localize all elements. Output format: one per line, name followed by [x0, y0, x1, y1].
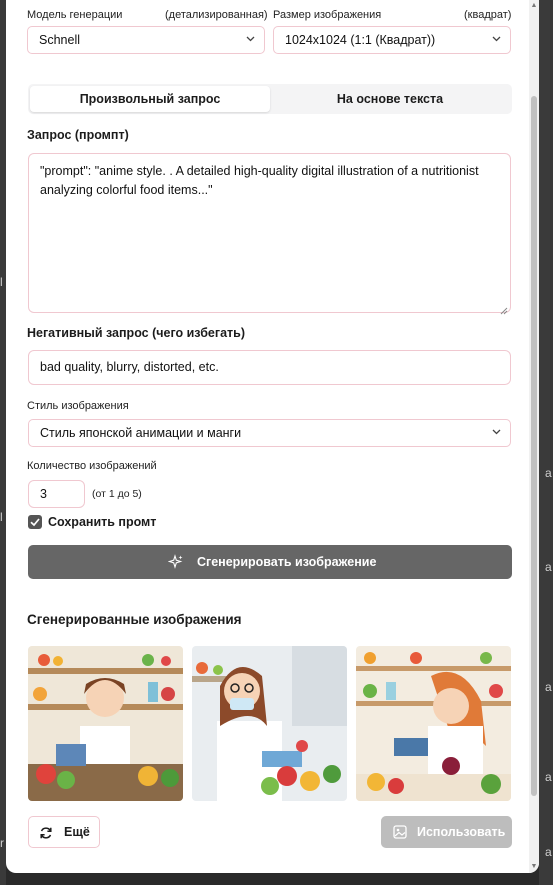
backdrop-text: r [0, 836, 4, 850]
save-prompt-label: Сохранить промт [48, 515, 157, 529]
prompt-textarea[interactable]: "prompt": "anime style. . A detailed hig… [28, 153, 511, 315]
backdrop-text: l [0, 510, 3, 524]
scroll-down-icon[interactable]: ▼ [530, 863, 538, 871]
more-button-label: Ещё [64, 825, 90, 839]
check-icon [30, 518, 40, 527]
chevron-down-icon [492, 429, 501, 437]
prompt-label: Запрос (промпт) [27, 128, 129, 142]
chevron-down-icon [492, 36, 501, 44]
prompt-text: "prompt": "anime style. . A detailed hig… [40, 164, 479, 197]
backdrop-right [539, 0, 553, 885]
backdrop-text: a [545, 560, 552, 574]
scrollbar[interactable]: ▲ ▼ [529, 0, 539, 873]
generate-button[interactable]: Сгенерировать изображение [28, 545, 512, 579]
model-select-value: Schnell [39, 33, 80, 47]
size-select-value: 1024x1024 (1:1 (Квадрат)) [285, 33, 436, 47]
count-hint: (от 1 до 5) [92, 488, 142, 500]
style-select-value: Стиль японской анимации и манги [40, 426, 242, 440]
image-icon [393, 825, 407, 839]
negative-prompt-value: bad quality, blurry, distorted, etc. [40, 360, 219, 374]
size-label: Размер изображения [273, 9, 382, 21]
tab-from-text[interactable]: На основе текста [270, 86, 510, 112]
more-button[interactable]: Ещё [28, 816, 100, 848]
style-label: Стиль изображения [27, 400, 129, 412]
use-button[interactable]: Использовать [381, 816, 512, 848]
size-select[interactable]: 1024x1024 (1:1 (Квадрат)) [273, 26, 511, 54]
resize-grip-icon[interactable] [500, 302, 508, 315]
model-label: Модель генерации [27, 9, 123, 21]
generated-image-1[interactable] [28, 646, 183, 801]
backdrop-text: a [545, 845, 552, 859]
mode-tabs: Произвольный запрос На основе текста [28, 84, 512, 114]
sparkles-icon [167, 554, 184, 570]
save-prompt-checkbox[interactable] [28, 515, 42, 529]
use-button-label: Использовать [417, 825, 506, 839]
scroll-up-icon[interactable]: ▲ [530, 2, 538, 10]
style-select[interactable]: Стиль японской анимации и манги [28, 419, 511, 447]
tab-custom-prompt[interactable]: Произвольный запрос [30, 86, 270, 112]
backdrop-text: a [545, 466, 552, 480]
negative-prompt-input[interactable]: bad quality, blurry, distorted, etc. [28, 350, 511, 385]
negative-prompt-label: Негативный запрос (чего избегать) [27, 326, 245, 340]
count-input[interactable]: 3 [28, 480, 85, 508]
generated-image-3[interactable] [356, 646, 511, 801]
generate-button-label: Сгенерировать изображение [197, 555, 377, 569]
refresh-icon [39, 826, 53, 840]
results-title: Сгенерированные изображения [27, 612, 242, 627]
backdrop-text: a [545, 770, 552, 784]
image-generator-modal: Модель генерации (детализированная) Разм… [6, 0, 539, 873]
size-hint: (квадрат) [464, 9, 512, 21]
backdrop-text: a [545, 680, 552, 694]
scrollbar-thumb[interactable] [531, 96, 537, 796]
generated-image-2[interactable] [192, 646, 347, 801]
backdrop-text: l [0, 275, 3, 289]
model-hint: (детализированная) [165, 9, 268, 21]
count-value: 3 [40, 487, 47, 501]
count-label: Количество изображений [27, 460, 157, 472]
chevron-down-icon [246, 36, 255, 44]
model-select[interactable]: Schnell [27, 26, 265, 54]
